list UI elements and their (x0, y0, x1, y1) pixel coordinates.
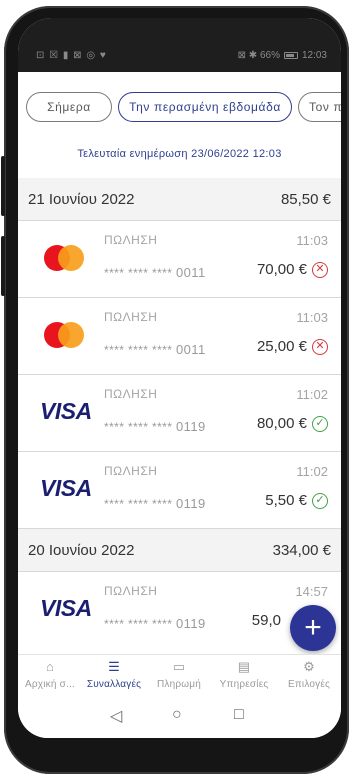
battery-icon (283, 52, 298, 59)
status-time: 12:03 (301, 50, 327, 61)
failed-icon: ✕ (312, 338, 328, 355)
chip-last-month[interactable]: Τον περα (298, 92, 341, 122)
nav-transactions[interactable]: ☰ Συναλλαγές (82, 659, 146, 690)
last-update-text: Τελευταία ενημέρωση 23/06/2022 12:03 (77, 148, 282, 160)
recents-icon[interactable]: □ (234, 706, 244, 724)
day-date: 20 Ιουνίου 2022 (28, 541, 135, 559)
nav-payment[interactable]: ▭ Πληρωμή (147, 659, 211, 690)
transaction-row[interactable]: ΠΩΛΗΣΗ 11:03 **** **** **** 0011 25,00 €… (18, 298, 341, 374)
transaction-time: 11:02 (296, 387, 328, 402)
transaction-amount: 25,00 € ✕ (257, 338, 328, 355)
system-navigation-bar: ◁ ○ □ (18, 700, 341, 738)
transaction-time: 11:03 (296, 233, 328, 248)
nav-home[interactable]: ⌂ Αρχική σ... (18, 659, 82, 690)
home-icon: ⌂ (45, 659, 55, 674)
volume-button (1, 156, 5, 216)
failed-icon: ✕ (312, 261, 328, 278)
nav-services[interactable]: ▤ Υπηρεσίες (212, 659, 276, 690)
card-number: **** **** **** 0011 (104, 342, 206, 357)
nav-settings[interactable]: ⚙ Επιλογές (277, 659, 341, 690)
status-icons: ⊡ ☒ ▮ ⊠ ◎ ♥ (36, 50, 107, 61)
success-icon: ✓ (312, 415, 328, 432)
visa-logo: VISA (40, 475, 92, 501)
day-header: 20 Ιουνίου 2022 334,00 € (18, 529, 341, 571)
transaction-row[interactable]: VISA ΠΩΛΗΣΗ 11:02 **** **** **** 0119 5,… (18, 452, 341, 528)
transaction-time: 14:57 (295, 584, 328, 599)
card-number: **** **** **** 0119 (104, 496, 206, 511)
transaction-type: ΠΩΛΗΣΗ (104, 584, 158, 598)
list-icon: ☰ (108, 659, 120, 674)
day-header: 21 Ιουνίου 2022 85,50 € (18, 178, 341, 220)
mastercard-logo (40, 239, 88, 279)
card-number: **** **** **** 0119 (104, 616, 206, 631)
transaction-time: 11:02 (296, 464, 328, 479)
transaction-row[interactable]: ΠΩΛΗΣΗ 11:03 **** **** **** 0011 70,00 €… (18, 221, 341, 297)
success-icon: ✓ (312, 492, 328, 509)
transaction-type: ΠΩΛΗΣΗ (104, 233, 158, 247)
status-right: ⊠ ✱ 66% 12:03 (238, 50, 327, 61)
day-date: 21 Ιουνίου 2022 (28, 190, 135, 208)
add-transaction-button[interactable]: + (290, 605, 336, 651)
app-screen: ⊡ ☒ ▮ ⊠ ◎ ♥ ⊠ ✱ 66% 12:03 Σήμερα Την περ… (18, 18, 341, 738)
visa-logo: VISA (40, 398, 92, 424)
transaction-row[interactable]: VISA ΠΩΛΗΣΗ 11:02 **** **** **** 0119 80… (18, 375, 341, 451)
transaction-type: ΠΩΛΗΣΗ (104, 387, 158, 401)
status-bar: ⊡ ☒ ▮ ⊠ ◎ ♥ ⊠ ✱ 66% 12:03 (18, 18, 341, 72)
signal-battery-text: ⊠ ✱ 66% (237, 50, 280, 61)
card-number: **** **** **** 0011 (104, 265, 206, 280)
bottom-navigation: ⌂ Αρχική σ... ☰ Συναλλαγές ▭ Πληρωμή ▤ Υ… (18, 654, 341, 700)
services-icon: ▤ (237, 659, 251, 674)
transaction-amount: 59,0 (251, 612, 281, 629)
transaction-type: ΠΩΛΗΣΗ (104, 464, 158, 478)
chip-today[interactable]: Σήμερα (26, 92, 112, 122)
card-number: **** **** **** 0119 (104, 419, 206, 434)
transaction-amount: 5,50 € ✓ (265, 492, 328, 509)
day-total: 334,00 € (272, 541, 331, 559)
home-button-icon[interactable]: ○ (172, 706, 182, 724)
transaction-time: 11:03 (296, 310, 328, 325)
settings-icon: ⚙ (303, 659, 315, 674)
chip-last-week[interactable]: Την περασμένη εβδομάδα (118, 92, 292, 122)
phone-frame: ⊡ ☒ ▮ ⊠ ◎ ♥ ⊠ ✱ 66% 12:03 Σήμερα Την περ… (1, 6, 349, 774)
transaction-amount: 80,00 € ✓ (257, 415, 328, 432)
payment-icon: ▭ (172, 659, 186, 674)
mastercard-logo (40, 316, 88, 356)
transaction-type: ΠΩΛΗΣΗ (104, 310, 158, 324)
transaction-amount: 70,00 € ✕ (257, 261, 328, 278)
power-button (1, 236, 5, 296)
day-total: 85,50 € (280, 190, 331, 208)
visa-logo: VISA (40, 595, 92, 621)
date-filter-chips: Σήμερα Την περασμένη εβδομάδα Τον περα (26, 92, 341, 122)
back-icon[interactable]: ◁ (110, 706, 122, 726)
